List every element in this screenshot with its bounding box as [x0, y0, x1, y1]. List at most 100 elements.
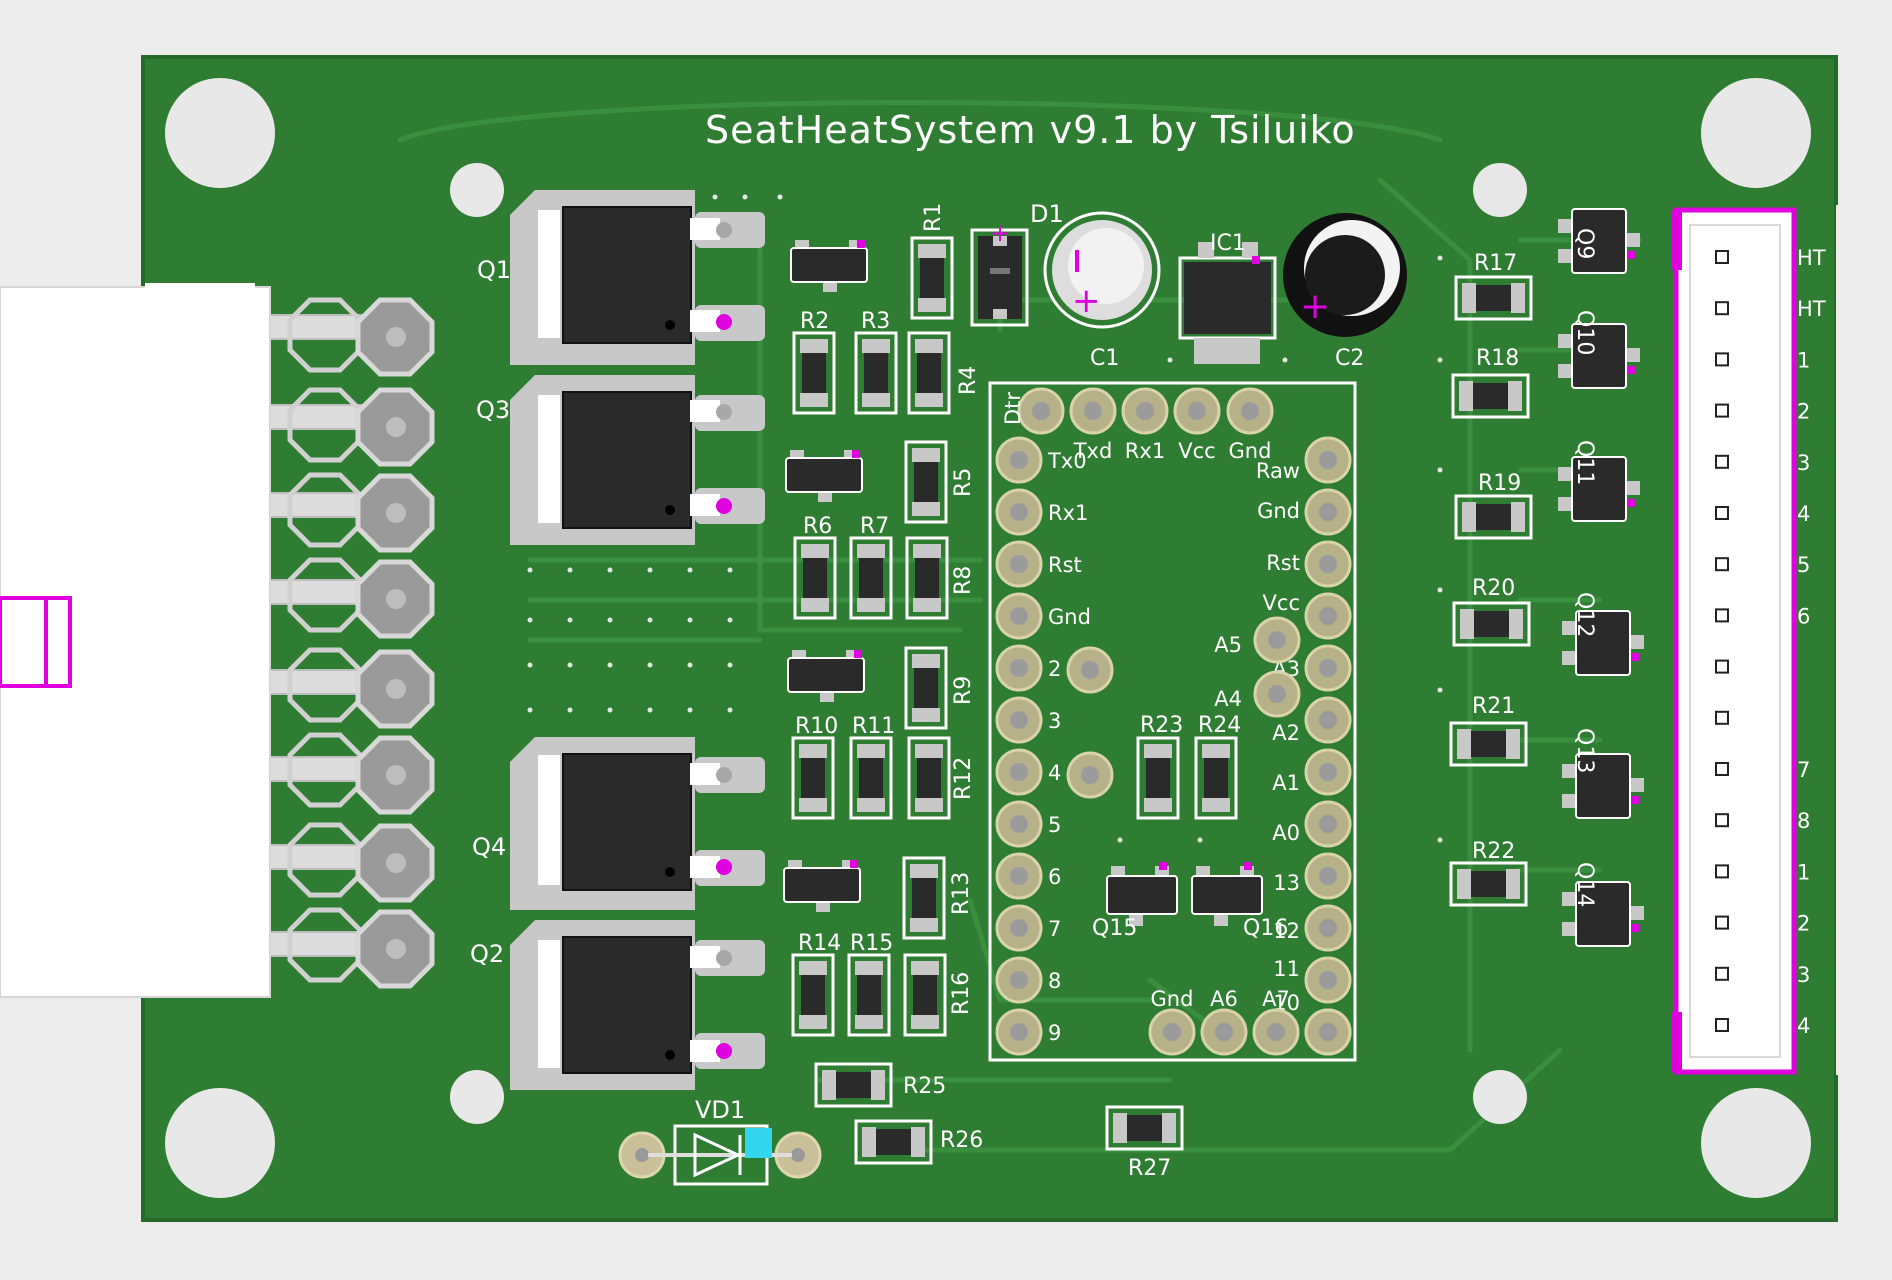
arduino-pin-label-right: 13	[1273, 871, 1300, 895]
mounting-hole	[165, 78, 275, 188]
arduino-pin-label-a4: A4	[1214, 687, 1242, 711]
label-r2: R2	[800, 309, 829, 334]
label-r22: R22	[1472, 839, 1515, 864]
capacitor-c2: +	[1283, 213, 1407, 337]
label-q14: Q14	[1572, 862, 1597, 907]
label-q16: Q16	[1243, 916, 1288, 941]
arduino-pin-label-bottom: A6	[1210, 987, 1238, 1011]
label-r25: R25	[903, 1074, 946, 1099]
arduino-pin-label-right: A1	[1272, 771, 1300, 795]
arduino-pin-label-left: 8	[1048, 969, 1061, 993]
mounting-hole	[165, 1088, 275, 1198]
arduino-pin-label-right: A0	[1272, 821, 1300, 845]
connector-pin-label: 8	[1797, 809, 1810, 833]
label-q10: Q10	[1572, 310, 1597, 355]
label-q9: Q9	[1572, 228, 1597, 259]
label-r5: R5	[951, 468, 976, 497]
arduino-pin-label-left: Rst	[1048, 553, 1082, 577]
connector-pin-label: 3	[1797, 963, 1810, 987]
arduino-pin-label-right: A2	[1272, 721, 1300, 745]
connector-pin-label: 3	[1797, 451, 1810, 475]
label-r12: R12	[951, 757, 976, 800]
label-r1: R1	[921, 203, 946, 232]
arduino-pin-label-left: Gnd	[1048, 605, 1091, 629]
connector-housing	[0, 286, 271, 998]
arduino-label-dtr: Dtr	[1001, 392, 1025, 425]
label-r9: R9	[951, 676, 976, 705]
pin-hole	[1010, 503, 1028, 521]
connector-pin-label: 4	[1797, 502, 1810, 526]
connector-pin-label: 2	[1797, 912, 1810, 936]
fiducial-hole	[450, 1070, 504, 1124]
connector-pin-label: 6	[1797, 604, 1810, 628]
fiducial-hole	[450, 163, 504, 217]
pin-hole	[1319, 971, 1337, 989]
label-r14: R14	[798, 931, 841, 956]
label-d1: D1	[1030, 200, 1064, 228]
label-r11: R11	[852, 714, 895, 739]
connector-pin-label: HT	[1797, 297, 1826, 321]
pcb-render: + + + Tx0 Rx1 Rst Gnd 2 3 4 5 6 7 8 9 Raw Gnd Rst Vcc A3…	[0, 0, 1892, 1280]
pin-hole	[1268, 685, 1286, 703]
label-r17: R17	[1474, 251, 1517, 276]
arduino-pin-label-left: 6	[1048, 865, 1061, 889]
label-r16: R16	[949, 972, 974, 1015]
label-r18: R18	[1476, 346, 1519, 371]
pin-hole	[1084, 402, 1102, 420]
pin-hole	[1319, 711, 1337, 729]
arduino-pin-label-left: 5	[1048, 813, 1061, 837]
arduino-pin-label-right: Rst	[1266, 551, 1300, 575]
pcb-diagram: + + + Tx0Rx1RstGnd23456789RawGndRstVccA3…	[0, 55, 1892, 1222]
pin-hole	[1319, 1023, 1337, 1041]
pin-hole	[1010, 1023, 1028, 1041]
connector-pin-label: 1	[1797, 860, 1810, 884]
connector-pin-label: HT	[1797, 246, 1826, 270]
arduino-pin-label-right: Vcc	[1263, 591, 1300, 615]
arduino-pin-label-bottom: Gnd	[1151, 987, 1194, 1011]
arduino-pin-label-top: Txd	[1073, 439, 1113, 463]
arduino-pin-label-left: 9	[1048, 1021, 1061, 1045]
connector-pin-label: 4	[1797, 1014, 1810, 1038]
pin-hole	[1319, 607, 1337, 625]
fiducial-hole	[1473, 163, 1527, 217]
pin-hole	[1010, 659, 1028, 677]
svg-text:+: +	[1300, 286, 1330, 327]
pin-hole	[1319, 451, 1337, 469]
fiducial-hole	[1473, 1070, 1527, 1124]
pin-hole	[1010, 555, 1028, 573]
pin-hole	[1267, 1023, 1285, 1041]
arduino-pin-label-right: 11	[1273, 957, 1300, 981]
connector-pin-label: 7	[1797, 758, 1810, 782]
pin-hole	[1032, 402, 1050, 420]
arduino-pin-label-right: Gnd	[1257, 499, 1300, 523]
label-q12: Q12	[1572, 592, 1597, 637]
label-q3: Q3	[476, 396, 510, 424]
label-r26: R26	[940, 1128, 983, 1153]
svg-text:+: +	[1072, 281, 1101, 321]
pin-hole	[1136, 402, 1154, 420]
arduino-pin-label-left: 2	[1048, 657, 1061, 681]
arduino-pin-label-a5: A5	[1214, 633, 1242, 657]
label-r4: R4	[956, 366, 981, 395]
connector-pin-label: 1	[1797, 348, 1810, 372]
pin-hole	[1188, 402, 1206, 420]
pin-hole	[1010, 867, 1028, 885]
pin-hole	[1081, 766, 1099, 784]
label-c2: C2	[1335, 346, 1364, 371]
arduino-pin-label-left: 4	[1048, 761, 1061, 785]
label-r13: R13	[949, 872, 974, 915]
label-r10: R10	[795, 714, 838, 739]
label-q4: Q4	[472, 833, 506, 861]
label-q2: Q2	[470, 940, 504, 968]
signal-connector-right: HT HT 1 2 3 4 5 6 7 8 1 2 3 4	[1672, 205, 1892, 1075]
pin-hole	[1319, 503, 1337, 521]
mounting-hole	[1701, 1088, 1811, 1198]
label-q11: Q11	[1572, 440, 1597, 485]
arduino-pin-label-top: Rx1	[1125, 439, 1165, 463]
label-r24: R24	[1198, 713, 1241, 738]
pin-hole	[1010, 451, 1028, 469]
svg-text:+: +	[990, 219, 1010, 247]
pin-hole	[1319, 919, 1337, 937]
label-r27: R27	[1128, 1156, 1171, 1181]
label-c1: C1	[1090, 346, 1119, 371]
